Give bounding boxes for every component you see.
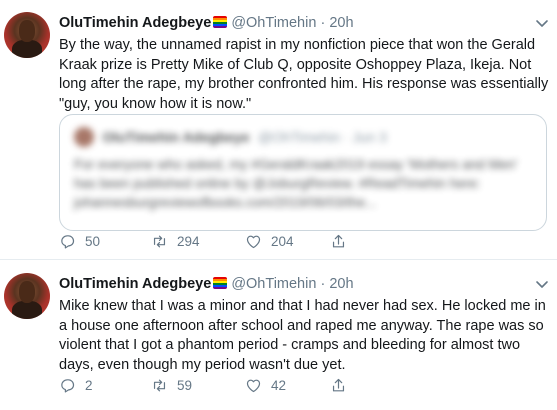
reply-count: 50 bbox=[85, 233, 101, 249]
tweet-text: By the way, the unnamed rapist in my non… bbox=[59, 37, 549, 112]
retweet-button[interactable]: 59 bbox=[151, 375, 192, 395]
tweet-actions: 2 59 42 bbox=[59, 375, 499, 395]
chevron-down-icon[interactable] bbox=[535, 16, 549, 30]
timestamp[interactable]: 20h bbox=[329, 15, 353, 31]
tweet-2[interactable]: OluTimehin Adegbeye @OhTimehin · 20h Mik… bbox=[0, 260, 557, 410]
quoted-tweet[interactable]: OluTimehin Adegbeye @OhTimehin · Jun 3 F… bbox=[59, 114, 547, 231]
reply-button[interactable]: 2 bbox=[59, 375, 93, 395]
retweet-icon bbox=[153, 235, 166, 247]
like-button[interactable]: 204 bbox=[245, 231, 294, 251]
heart-icon bbox=[246, 379, 261, 392]
quoted-author-handle: @OhTimehin · Jun 3 bbox=[257, 129, 387, 145]
author-handle[interactable]: @OhTimehin bbox=[231, 15, 316, 31]
tweet-text: Mike knew that I was a minor and that I … bbox=[59, 298, 546, 373]
share-button[interactable] bbox=[330, 375, 356, 395]
retweet-count: 294 bbox=[177, 233, 200, 249]
author-name[interactable]: OluTimehin Adegbeye bbox=[59, 15, 211, 31]
retweet-icon bbox=[153, 379, 166, 391]
separator-dot: · bbox=[320, 276, 326, 292]
like-button[interactable]: 42 bbox=[245, 375, 286, 395]
share-icon bbox=[332, 378, 345, 391]
tweet-actions: 50 294 204 bbox=[59, 231, 499, 251]
rainbow-flag-icon bbox=[213, 16, 228, 28]
retweet-button[interactable]: 294 bbox=[151, 231, 200, 251]
separator-dot: · bbox=[320, 15, 326, 31]
reply-icon bbox=[61, 378, 75, 392]
author-name[interactable]: OluTimehin Adegbeye bbox=[59, 276, 211, 292]
quoted-avatar bbox=[74, 127, 94, 147]
retweet-count: 59 bbox=[177, 377, 193, 393]
heart-icon bbox=[246, 235, 261, 248]
tweet-header: OluTimehin Adegbeye @OhTimehin · 20h bbox=[59, 275, 354, 293]
reply-icon bbox=[61, 234, 75, 248]
like-count: 204 bbox=[271, 233, 294, 249]
like-count: 42 bbox=[271, 377, 287, 393]
quoted-tweet-text: For everyone who asked, my #GeraldKraak2… bbox=[74, 157, 518, 210]
author-handle[interactable]: @OhTimehin bbox=[231, 276, 316, 292]
share-icon bbox=[332, 234, 345, 247]
reply-button[interactable]: 50 bbox=[59, 231, 100, 251]
chevron-down-icon[interactable] bbox=[535, 277, 549, 291]
rainbow-flag-icon bbox=[213, 277, 228, 289]
timestamp[interactable]: 20h bbox=[329, 276, 353, 292]
tweet-header: OluTimehin Adegbeye @OhTimehin · 20h bbox=[59, 14, 354, 32]
share-button[interactable] bbox=[330, 231, 356, 251]
avatar[interactable] bbox=[4, 12, 50, 58]
reply-count: 2 bbox=[85, 377, 93, 393]
avatar[interactable] bbox=[4, 273, 50, 319]
tweet-1[interactable]: OluTimehin Adegbeye @OhTimehin · 20h By … bbox=[0, 0, 557, 258]
quoted-author-name: OluTimehin Adegbeye bbox=[102, 129, 250, 145]
